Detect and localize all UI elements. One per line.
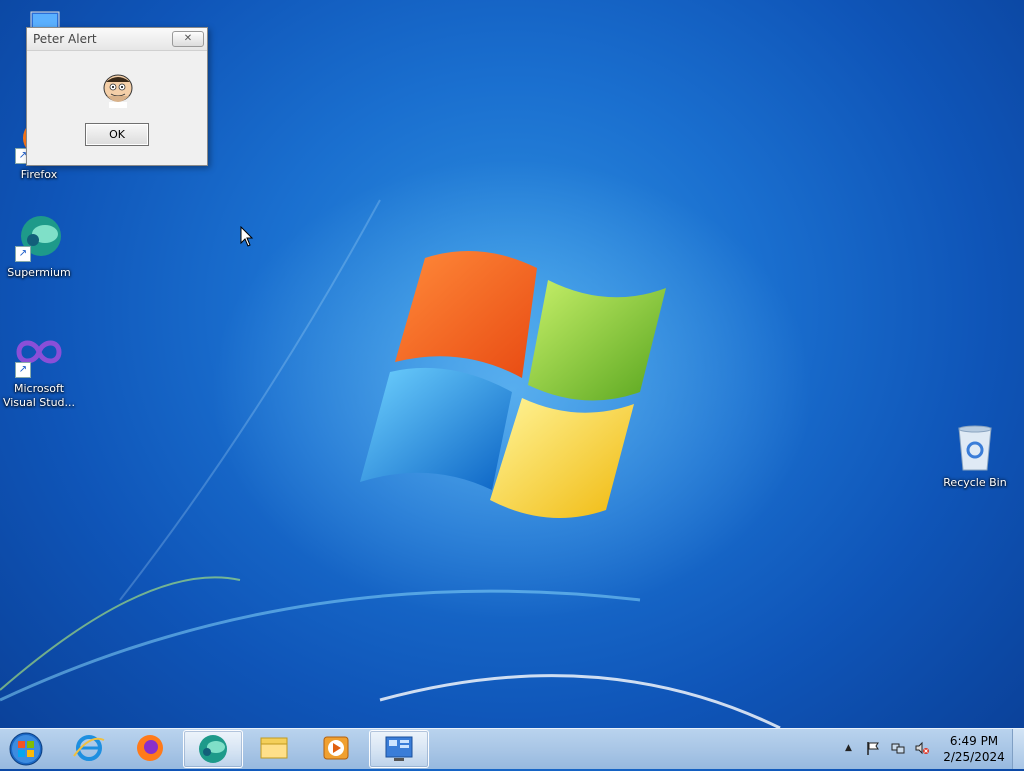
desktop-icon-supermium[interactable]: ↗ Supermium xyxy=(1,214,77,280)
action-center-flag-icon[interactable] xyxy=(866,741,880,755)
clock-date: 2/25/2024 xyxy=(943,750,1005,764)
taskbar-supermium[interactable] xyxy=(183,730,243,768)
dialog-title: Peter Alert xyxy=(33,32,97,46)
taskbar-control-panel[interactable] xyxy=(369,730,429,768)
supermium-icon: ↗ xyxy=(15,214,63,262)
control-panel-icon xyxy=(385,736,413,761)
recycle-bin-icon xyxy=(951,424,999,472)
media-player-icon xyxy=(323,736,349,760)
peter-alert-dialog[interactable]: Peter Alert ✕ OK xyxy=(26,27,208,166)
taskbar-firefox[interactable] xyxy=(121,730,179,766)
clock-time: 6:49 PM xyxy=(949,734,999,748)
peter-face-icon xyxy=(101,72,135,108)
desktop-icon-label: Microsoft Visual Stud... xyxy=(2,382,76,409)
desktop-icon-label: Firefox xyxy=(20,168,58,181)
taskbar-file-explorer[interactable] xyxy=(245,730,303,766)
firefox-icon xyxy=(137,735,163,761)
taskbar-media-player[interactable] xyxy=(307,730,365,766)
system-clock[interactable]: 6:49 PM 2/25/2024 xyxy=(940,733,1008,765)
shortcut-arrow-icon: ↗ xyxy=(15,246,31,262)
start-button[interactable] xyxy=(6,731,46,767)
desktop-icon-label: Supermium xyxy=(7,266,71,279)
file-explorer-icon xyxy=(260,737,288,759)
desktop-icon-recycle-bin[interactable]: Recycle Bin xyxy=(937,424,1013,490)
network-icon[interactable] xyxy=(891,741,905,755)
shortcut-arrow-icon: ↗ xyxy=(15,362,31,378)
show-desktop-button[interactable] xyxy=(1012,729,1024,769)
windows-start-icon xyxy=(9,732,43,766)
taskbar: ▲ 6:49 PM 2/25/2024 xyxy=(0,728,1024,769)
supermium-icon xyxy=(199,735,227,763)
taskbar-internet-explorer[interactable] xyxy=(60,730,118,766)
internet-explorer-icon xyxy=(73,735,105,761)
visual-studio-icon: ↗ xyxy=(15,330,63,378)
desktop-icon-visual-studio[interactable]: ↗ Microsoft Visual Stud... xyxy=(1,330,77,410)
dialog-titlebar[interactable]: Peter Alert ✕ xyxy=(27,28,207,51)
volume-muted-icon[interactable] xyxy=(915,741,929,755)
ok-button[interactable]: OK xyxy=(85,123,149,146)
desktop-icon-label: Recycle Bin xyxy=(943,476,1007,489)
show-hidden-icons-button[interactable]: ▲ xyxy=(845,741,859,755)
mouse-cursor-icon xyxy=(240,226,254,247)
close-button[interactable]: ✕ xyxy=(172,31,204,47)
